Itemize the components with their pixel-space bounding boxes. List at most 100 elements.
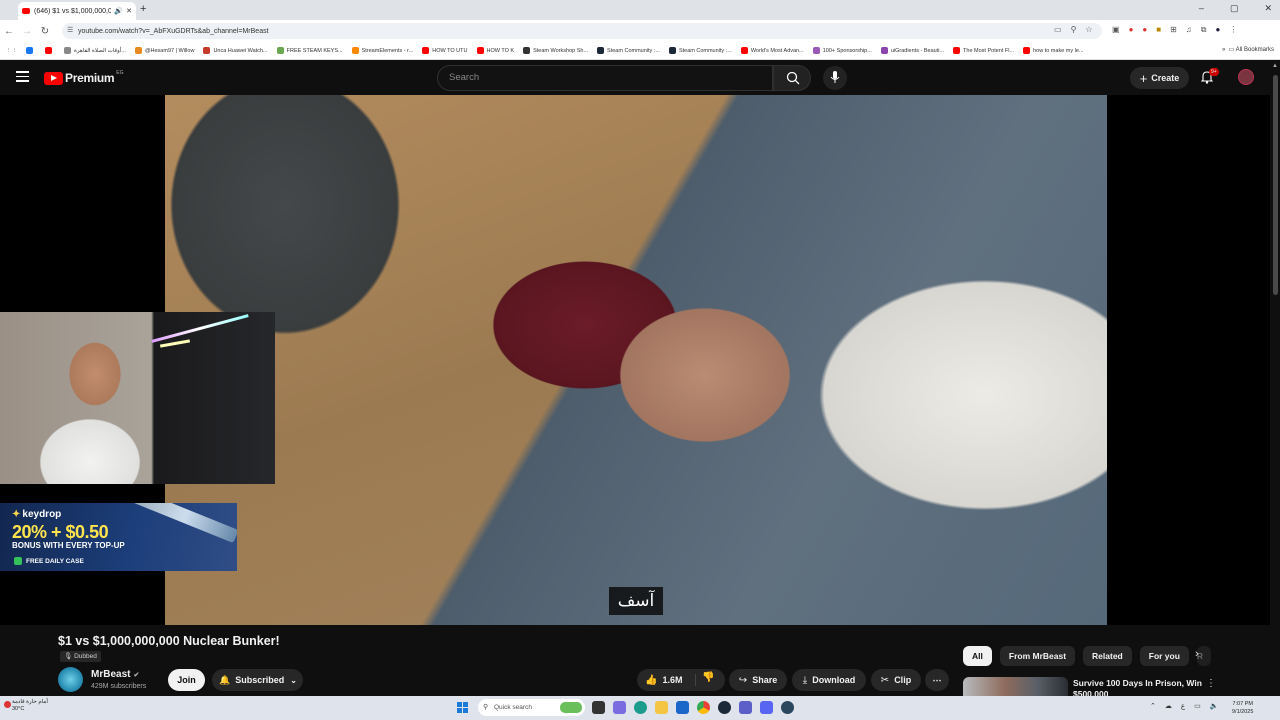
file-explorer-icon[interactable] xyxy=(655,701,668,714)
volume-icon[interactable]: 🔈 xyxy=(1210,702,1219,710)
scroll-up-icon[interactable]: ▲ xyxy=(1272,63,1278,69)
bookmark-13[interactable]: 100+ Sponsorship... xyxy=(812,47,872,54)
bookmark-0[interactable] xyxy=(26,47,36,54)
channel-name[interactable]: MrBeast ✔ xyxy=(91,669,139,680)
chevron-right-icon[interactable]: › xyxy=(1195,648,1199,660)
join-button[interactable]: Join xyxy=(168,669,205,691)
network-icon[interactable]: ▭ xyxy=(1194,702,1201,710)
teams-icon[interactable] xyxy=(739,701,752,714)
video-player[interactable] xyxy=(165,95,1107,625)
apps-icon[interactable]: ⋮⋮ xyxy=(6,48,17,54)
browser-tabstrip: (646) $1 vs $1,000,000,000 🔊 ✕ + – ▢ ✕ xyxy=(0,0,1280,20)
cast-icon[interactable]: ▭ xyxy=(1054,25,1062,34)
chip-from-mrbeast[interactable]: From MrBeast xyxy=(999,646,1076,666)
task-view-icon[interactable] xyxy=(592,701,605,714)
maximize-icon[interactable]: ▢ xyxy=(1230,3,1239,14)
more-actions-button[interactable]: ⋯ xyxy=(925,669,949,691)
all-bookmarks[interactable]: » ▭ All Bookmarks xyxy=(1222,46,1274,53)
bookmark-1[interactable] xyxy=(45,47,55,54)
share-button[interactable]: ↪ Share xyxy=(729,669,787,691)
extension-icon[interactable]: ♫ xyxy=(1186,25,1192,35)
steam-icon[interactable] xyxy=(781,701,794,714)
keydrop-overlay-ad: ✦ keydrop 20% + $0.50 BONUS WITH EVERY TO… xyxy=(0,503,237,571)
chip-for-you[interactable]: For you xyxy=(1139,646,1189,666)
site-info-icon[interactable]: ☰ xyxy=(67,26,73,34)
edge-icon[interactable] xyxy=(634,701,647,714)
country-code: EG xyxy=(116,70,124,76)
extension-icon[interactable]: ● xyxy=(1142,25,1147,35)
recommended-menu-icon[interactable]: ⋮ xyxy=(1206,678,1216,689)
channel-avatar[interactable] xyxy=(58,667,83,692)
search-button[interactable] xyxy=(773,65,811,91)
zoom-icon[interactable]: ⚲ xyxy=(1071,25,1077,34)
bookmark-16[interactable]: how to make my le... xyxy=(1023,47,1084,54)
new-tab-button[interactable]: + xyxy=(140,3,146,15)
account-avatar[interactable] xyxy=(1238,69,1254,85)
bookmark-5[interactable]: FREE STEAM KEYS... xyxy=(276,47,343,54)
extension-icon[interactable]: ▣ xyxy=(1112,25,1120,35)
bookmark-9[interactable]: Steam Workshop Sh... xyxy=(523,47,588,54)
search-input[interactable]: Search xyxy=(437,65,773,91)
profile-avatar[interactable]: ● xyxy=(1216,25,1221,35)
close-window-icon[interactable]: ✕ xyxy=(1264,3,1272,14)
star-icon[interactable]: ☆ xyxy=(1085,25,1092,34)
copilot-icon[interactable] xyxy=(613,701,626,714)
url-input[interactable]: ☰ youtube.com/watch?v=_AbFXuGDRTs&ab_cha… xyxy=(62,23,1102,39)
steam-icon[interactable] xyxy=(718,701,731,714)
minimize-icon[interactable]: – xyxy=(1199,3,1204,14)
chip-recent[interactable]: R xyxy=(1196,646,1211,666)
page-scrollbar[interactable]: ▲ xyxy=(1272,61,1280,696)
tab-close-icon[interactable]: ✕ xyxy=(126,7,132,15)
weather-widget[interactable]: أمام حارة قادمة 30°C xyxy=(4,699,48,713)
discord-icon[interactable] xyxy=(760,701,773,714)
chip-all[interactable]: All xyxy=(963,646,992,666)
bookmark-14[interactable]: uiGradients - Beauti... xyxy=(880,47,944,54)
like-button[interactable]: 👍 1.6M 👎 xyxy=(637,669,725,691)
puzzle-icon[interactable]: ⧉ xyxy=(1201,25,1207,35)
language-indicator[interactable]: ع xyxy=(1181,702,1185,710)
download-icon: ⤓ xyxy=(802,674,808,686)
extension-icon[interactable]: ● xyxy=(1129,25,1134,35)
voice-search-button[interactable] xyxy=(823,66,847,90)
outlook-icon[interactable] xyxy=(676,701,689,714)
speaker-icon[interactable]: 🔊 xyxy=(114,7,123,15)
cloud-icon[interactable]: ☁ xyxy=(1165,702,1172,710)
clock[interactable]: 7:07 PM 9/1/2025 xyxy=(1232,700,1253,716)
bookmark-10[interactable]: Steam Community :... xyxy=(597,47,660,54)
taskbar-search[interactable]: ⚲ Quick search xyxy=(478,699,585,716)
windows-start-icon[interactable] xyxy=(457,702,468,713)
bookmark-8[interactable]: HOW TO K xyxy=(476,47,514,54)
subscribed-button[interactable]: 🔔 Subscribed ⌄ xyxy=(212,669,303,691)
download-button[interactable]: ⤓ Download xyxy=(792,669,866,691)
bookmark-11[interactable]: Steam Community :... xyxy=(668,47,732,54)
recommended-thumbnail[interactable] xyxy=(963,677,1068,696)
clip-button[interactable]: ✂ Clip xyxy=(871,669,921,691)
chevron-up-icon[interactable]: ⌃ xyxy=(1150,702,1156,710)
taskbar-apps xyxy=(592,701,794,714)
youtube-logo[interactable]: Premium EG xyxy=(44,70,124,85)
reload-icon[interactable]: ↻ xyxy=(36,26,54,37)
bookmark-icon xyxy=(276,47,284,54)
extension-icon[interactable]: ■ xyxy=(1156,25,1161,35)
forward-icon[interactable]: → xyxy=(18,26,36,37)
bookmark-4[interactable]: Unca Huawei Watch... xyxy=(203,47,268,54)
bookmark-15[interactable]: The Most Potent Fl... xyxy=(953,47,1014,54)
share-icon: ↪ xyxy=(738,674,748,686)
kebab-menu-icon[interactable]: ⋮ xyxy=(1229,25,1237,35)
browser-tab[interactable]: (646) $1 vs $1,000,000,000 🔊 ✕ xyxy=(18,2,136,20)
bookmark-6[interactable]: StreamElements - r... xyxy=(351,47,413,54)
hamburger-menu-icon[interactable] xyxy=(16,71,29,82)
chip-related[interactable]: Related xyxy=(1083,646,1132,666)
chrome-icon[interactable] xyxy=(697,701,710,714)
bookmark-2[interactable]: أوقات الصلاة القاهرة... xyxy=(64,47,126,54)
bookmark-7[interactable]: HOW TO UTU xyxy=(422,47,468,54)
create-button[interactable]: + Create xyxy=(1130,67,1189,89)
back-icon[interactable]: ← xyxy=(0,26,18,37)
recommended-title[interactable]: Survive 100 Days In Prison, Win xyxy=(1073,678,1203,688)
bookmark-12[interactable]: World's Most Advan... xyxy=(740,47,804,54)
url-text: youtube.com/watch?v=_AbFXuGDRTs&ab_chann… xyxy=(78,27,269,35)
extension-icon[interactable]: ⊞ xyxy=(1170,25,1177,35)
bookmark-3[interactable]: @Hesam97 | Willow xyxy=(134,47,194,54)
thumbs-down-icon[interactable]: 👎 xyxy=(702,672,714,683)
scrollbar-thumb[interactable] xyxy=(1273,75,1278,295)
